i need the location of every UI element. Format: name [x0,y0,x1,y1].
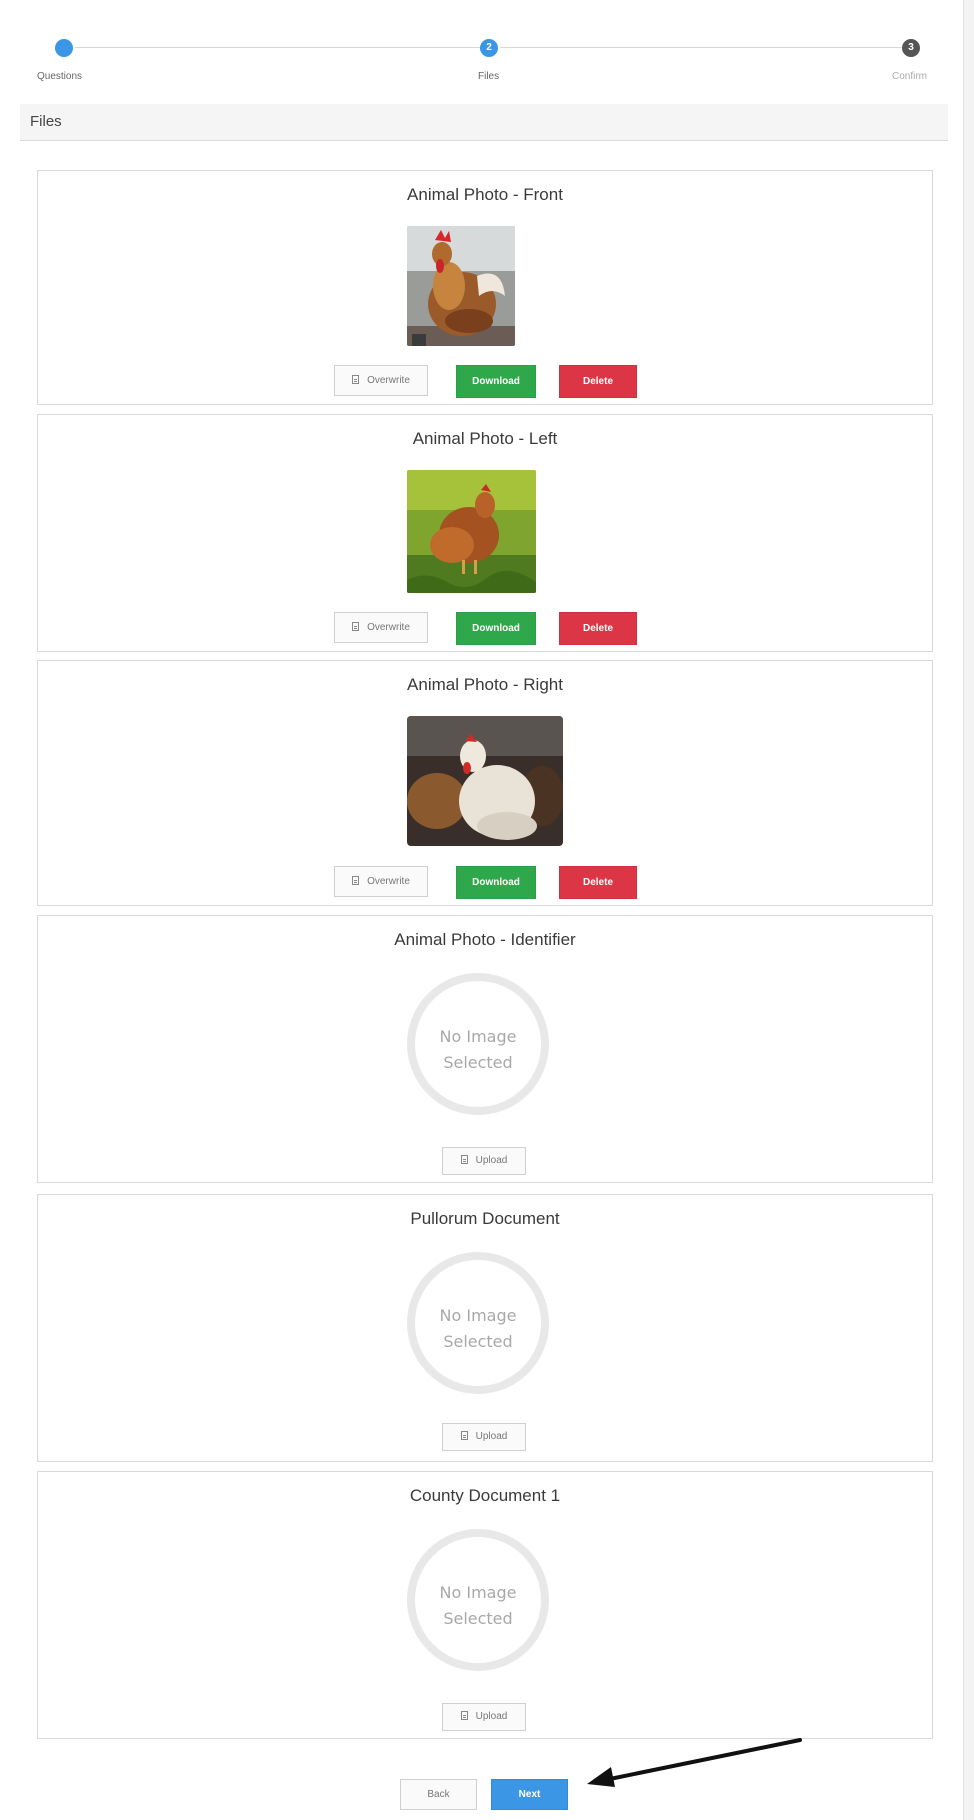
step-files-dot[interactable]: 2 [480,39,498,57]
vertical-scrollbar[interactable] [963,0,974,1820]
step-number: 3 [908,42,914,53]
step-questions-dot[interactable] [55,39,73,57]
placeholder-line1: No Image [439,1027,517,1046]
file-icon [460,1155,468,1164]
delete-button[interactable]: Delete [559,866,637,899]
card-title: County Document 1 [409,1486,561,1505]
step-questions-label[interactable]: Questions [37,71,82,82]
overwrite-label: Overwrite [367,375,410,386]
delete-button[interactable]: Delete [559,612,637,645]
section-title: Files [30,113,62,130]
placeholder-line1: No Image [439,1306,517,1325]
upload-button[interactable]: Upload [442,1147,526,1175]
no-image-placeholder: No Image Selected [407,1529,549,1671]
upload-button[interactable]: Upload [442,1423,526,1451]
stepper-line [75,47,480,48]
placeholder-line1: No Image [439,1583,517,1602]
step-number: 2 [486,42,492,53]
overwrite-button[interactable]: Overwrite [334,612,428,643]
file-icon [460,1711,468,1720]
download-button[interactable]: Download [456,612,536,645]
card-title: Animal Photo - Identifier [394,930,576,949]
upload-label: Upload [475,1711,508,1722]
file-icon [352,876,360,885]
download-button[interactable]: Download [456,866,536,899]
file-card-right: Animal Photo - Right Overwrite Download … [37,660,933,906]
overwrite-label: Overwrite [367,622,410,633]
placeholder-line2: Selected [443,1609,513,1628]
files-section-header: Files [20,104,948,141]
overwrite-label: Overwrite [367,876,410,887]
upload-label: Upload [475,1155,508,1166]
file-card-pullorum: Pullorum Document No Image Selected Uplo… [37,1194,933,1462]
step-confirm-dot[interactable]: 3 [902,39,920,57]
file-card-county: County Document 1 No Image Selected Uplo… [37,1471,933,1739]
file-card-front: Animal Photo - Front Overwrite Download … [37,170,933,405]
file-card-identifier: Animal Photo - Identifier No Image Selec… [37,915,933,1183]
placeholder-line2: Selected [443,1332,513,1351]
step-confirm-label[interactable]: Confirm [892,71,927,82]
card-title: Animal Photo - Left [412,429,558,448]
overwrite-button[interactable]: Overwrite [334,866,428,897]
overwrite-button[interactable]: Overwrite [334,365,428,396]
next-button[interactable]: Next [491,1779,568,1810]
file-icon [460,1431,468,1440]
upload-button[interactable]: Upload [442,1703,526,1731]
file-card-left: Animal Photo - Left Overwrite Download D… [37,414,933,652]
file-icon [352,375,360,384]
progress-stepper: Questions 2 Files 3 Confirm [0,0,950,100]
delete-button[interactable]: Delete [559,365,637,398]
annotation-arrow-icon [587,1738,802,1787]
no-image-placeholder: No Image Selected [407,973,549,1115]
placeholder-line2: Selected [443,1053,513,1072]
hen-in-grass-photo [407,470,536,593]
card-title: Animal Photo - Front [407,185,563,204]
step-files-label[interactable]: Files [478,71,499,82]
white-hen-photo [407,716,563,846]
stepper-line [500,47,902,48]
no-image-placeholder: No Image Selected [407,1252,549,1394]
rooster-photo [407,226,515,346]
card-title: Pullorum Document [410,1209,560,1228]
upload-label: Upload [475,1431,508,1442]
back-button[interactable]: Back [400,1779,477,1810]
download-button[interactable]: Download [456,365,536,398]
card-title: Animal Photo - Right [407,675,563,694]
file-icon [352,622,360,631]
